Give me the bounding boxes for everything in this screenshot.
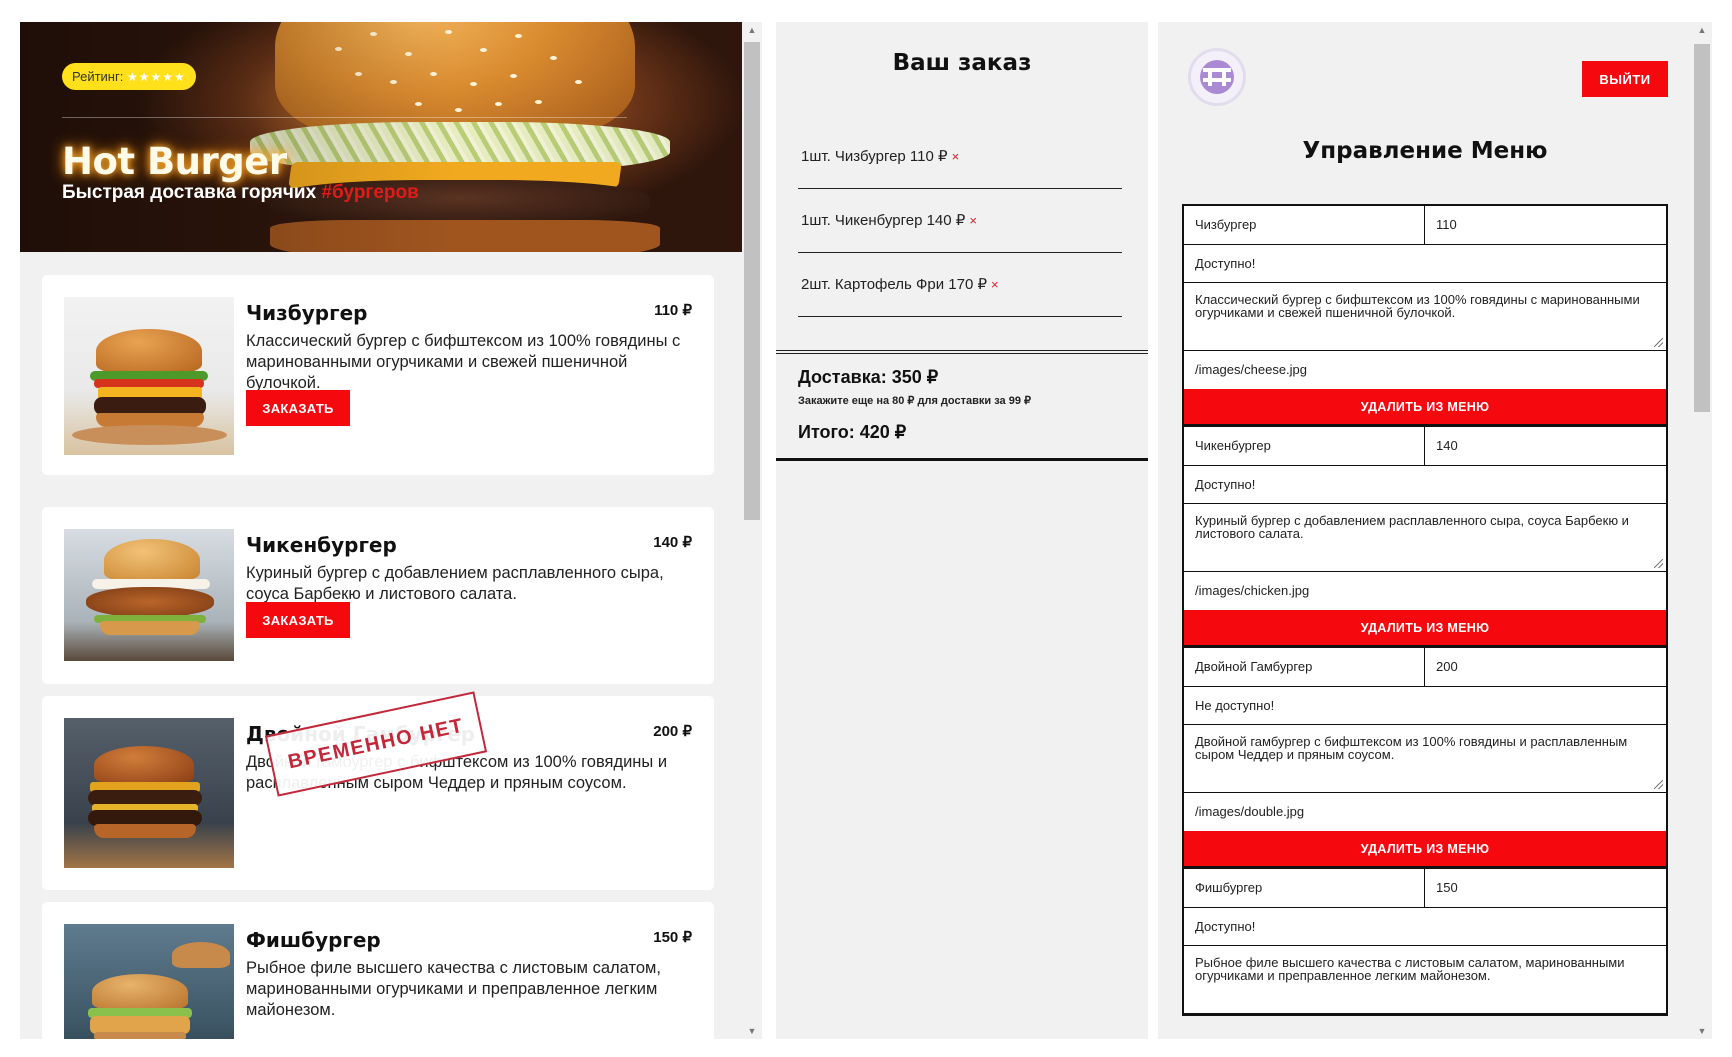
- order-item-text: 2шт. Картофель Фри 170 ₽: [801, 276, 988, 293]
- status-select[interactable]: Доступно!: [1184, 245, 1666, 283]
- item-description: Классический бургер с бифштексом из 100%…: [246, 332, 681, 392]
- delete-from-menu-button[interactable]: УДАЛИТЬ ИЗ МЕНЮ: [1184, 610, 1666, 645]
- description-textarea[interactable]: Куриный бургер с добавлением расплавленн…: [1184, 504, 1666, 572]
- scroll-up-icon[interactable]: ▲: [1692, 22, 1712, 38]
- hero-banner: Рейтинг: ★★★★★ Hot Burger Быстрая достав…: [20, 22, 742, 252]
- price-input[interactable]: 200: [1425, 648, 1666, 686]
- resize-handle-icon[interactable]: [1654, 338, 1663, 347]
- admin-title: Управление Меню: [1302, 138, 1548, 164]
- description-text: Рыбное филе высшего качества с листовым …: [1195, 955, 1625, 983]
- subtitle-text: Быстрая доставка горячих: [62, 182, 317, 203]
- delivery-note: Закажите еще на 80 ₽ для доставки за 99 …: [798, 395, 1031, 407]
- menu-edit-form: Чизбургер 110 Доступно! Классический бур…: [1182, 204, 1668, 426]
- price-input[interactable]: 110: [1425, 206, 1666, 244]
- item-name: Фишбургер: [246, 928, 381, 952]
- item-description: Рыбное филе высшего качества с листовым …: [246, 959, 661, 1019]
- description-textarea[interactable]: Рыбное филе высшего качества с листовым …: [1184, 946, 1666, 1014]
- description-textarea[interactable]: Двойной гамбургер с бифштексом из 100% г…: [1184, 725, 1666, 793]
- logout-button[interactable]: ВЫЙТИ: [1582, 61, 1668, 97]
- order-item: 1шт. Чикенбургер 140 ₽ ×: [798, 189, 1122, 253]
- user-avatar: [1188, 48, 1246, 106]
- order-item: 1шт. Чизбургер 110 ₽ ×: [798, 125, 1122, 189]
- menu-edit-form: Чикенбургер 140 Доступно! Куриный бургер…: [1182, 425, 1668, 647]
- menu-item-card: Чизбургер 110 ₽ Классический бургер с би…: [42, 275, 714, 475]
- scroll-thumb[interactable]: [1694, 44, 1710, 412]
- item-price: 150 ₽: [653, 929, 692, 946]
- status-select[interactable]: Доступно!: [1184, 908, 1666, 946]
- avatar-icon: [1200, 60, 1234, 94]
- name-input[interactable]: Чикенбургер: [1184, 427, 1425, 465]
- description-text: Куриный бургер с добавлением расплавленн…: [1195, 513, 1629, 541]
- order-item: 2шт. Картофель Фри 170 ₽ ×: [798, 253, 1122, 317]
- order-item-text: 1шт. Чизбургер 110 ₽: [801, 148, 948, 165]
- price-input[interactable]: 140: [1425, 427, 1666, 465]
- cheeseburger-image: [64, 297, 234, 455]
- order-button[interactable]: ЗАКАЗАТЬ: [246, 602, 350, 638]
- menu-panel: Рейтинг: ★★★★★ Hot Burger Быстрая достав…: [20, 22, 762, 1039]
- item-price: 110 ₽: [654, 302, 692, 319]
- admin-panel: ВЫЙТИ Управление Меню Чизбургер 110 Дост…: [1158, 22, 1692, 1039]
- scroll-down-icon[interactable]: ▼: [1692, 1023, 1712, 1039]
- hero-divider: [62, 117, 627, 118]
- delete-from-menu-button[interactable]: УДАЛИТЬ ИЗ МЕНЮ: [1184, 831, 1666, 866]
- fishburger-image: [64, 924, 234, 1039]
- delivery-cost: Доставка: 350 ₽: [798, 367, 939, 387]
- admin-scrollbar[interactable]: ▲ ▼: [1692, 22, 1712, 1039]
- item-price: 200 ₽: [653, 723, 692, 740]
- image-input[interactable]: /images/chicken.jpg: [1184, 572, 1666, 610]
- menu-item-card: Чикенбургер 140 ₽ Куриный бургер с добав…: [42, 507, 714, 684]
- menu-scrollbar[interactable]: ▲ ▼: [742, 22, 762, 1039]
- order-title: Ваш заказ: [892, 50, 1032, 76]
- order-divider: [776, 350, 1148, 354]
- image-input[interactable]: /images/cheese.jpg: [1184, 351, 1666, 389]
- subtitle-hashtag: #бургеров: [321, 182, 419, 203]
- remove-icon[interactable]: ×: [991, 277, 999, 292]
- site-subtitle: Быстрая доставка горячих #бургеров: [62, 182, 419, 204]
- status-select[interactable]: Доступно!: [1184, 466, 1666, 504]
- order-end-divider: [776, 458, 1148, 461]
- order-item-text: 1шт. Чикенбургер 140 ₽: [801, 212, 966, 229]
- description-text: Классический бургер с бифштексом из 100%…: [1195, 292, 1640, 320]
- rating-label: Рейтинг:: [72, 69, 124, 84]
- description-text: Двойной гамбургер с бифштексом из 100% г…: [1195, 734, 1628, 762]
- name-input[interactable]: Чизбургер: [1184, 206, 1425, 244]
- remove-icon[interactable]: ×: [952, 149, 960, 164]
- status-select[interactable]: Не доступно!: [1184, 687, 1666, 725]
- remove-icon[interactable]: ×: [969, 213, 977, 228]
- item-price: 140 ₽: [653, 534, 692, 551]
- description-textarea[interactable]: Классический бургер с бифштексом из 100%…: [1184, 283, 1666, 351]
- resize-handle-icon[interactable]: [1654, 559, 1663, 568]
- item-name: Чикенбургер: [246, 533, 397, 557]
- image-input[interactable]: /images/double.jpg: [1184, 793, 1666, 831]
- name-input[interactable]: Фишбургер: [1184, 869, 1425, 907]
- scroll-thumb[interactable]: [744, 42, 760, 520]
- item-name: Чизбургер: [246, 301, 368, 325]
- double-hamburger-image: [64, 718, 234, 868]
- resize-handle-icon[interactable]: [1654, 780, 1663, 789]
- name-input[interactable]: Двойной Гамбургер: [1184, 648, 1425, 686]
- price-input[interactable]: 150: [1425, 869, 1666, 907]
- rating-badge: Рейтинг: ★★★★★: [62, 63, 196, 90]
- scroll-up-icon[interactable]: ▲: [742, 22, 762, 38]
- item-description: Куриный бургер с добавлением расплавленн…: [246, 564, 664, 603]
- menu-edit-form: Фишбургер 150 Доступно! Рыбное филе высш…: [1182, 867, 1668, 1016]
- menu-item-card: Фишбургер 150 ₽ Рыбное филе высшего каче…: [42, 902, 714, 1039]
- site-title: Hot Burger: [62, 140, 287, 183]
- order-button[interactable]: ЗАКАЗАТЬ: [246, 390, 350, 426]
- delete-from-menu-button[interactable]: УДАЛИТЬ ИЗ МЕНЮ: [1184, 389, 1666, 424]
- rating-stars-icon: ★★★★★: [126, 70, 186, 84]
- order-total: Итого: 420 ₽: [798, 422, 907, 442]
- chickenburger-image: [64, 529, 234, 661]
- order-panel: Ваш заказ 1шт. Чизбургер 110 ₽ × 1шт. Чик…: [776, 22, 1148, 1039]
- menu-edit-form: Двойной Гамбургер 200 Не доступно! Двойн…: [1182, 646, 1668, 868]
- scroll-down-icon[interactable]: ▼: [742, 1023, 762, 1039]
